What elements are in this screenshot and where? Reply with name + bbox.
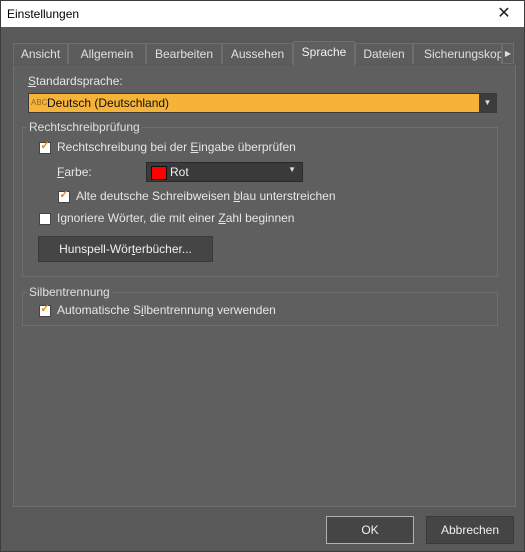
hyphenation-group-title: Silbentrennung <box>27 285 112 299</box>
tab-sicherungskopien[interactable]: Sicherungskop <box>413 43 502 64</box>
color-swatch <box>151 166 167 180</box>
tab-sprache[interactable]: Sprache <box>293 41 355 66</box>
hunspell-dictionaries-button[interactable]: Hunspell-Wörterbücher... <box>38 236 213 262</box>
tab-allgemein[interactable]: Allgemein <box>68 43 146 64</box>
chevron-down-icon[interactable]: ▼ <box>479 94 496 112</box>
chevron-down-icon[interactable]: ▼ <box>288 165 296 174</box>
spellcheck-checkbox-label[interactable]: Rechtschreibung bei der Eingabe überprüf… <box>57 140 296 154</box>
close-icon[interactable]: ✕ <box>484 1 524 27</box>
default-language-select[interactable]: ABC Deutsch (Deutschland) ▼ <box>28 93 497 113</box>
checkmark-icon: ✓ <box>40 140 50 152</box>
color-label: Farbe: <box>57 165 92 179</box>
tab-aussehen[interactable]: Aussehen <box>222 43 293 64</box>
spellcheck-group-title: Rechtschreibprüfung <box>27 120 142 134</box>
spellcheck-checkbox[interactable]: ✓ <box>39 140 51 154</box>
checkmark-icon: ✓ <box>59 189 69 201</box>
ok-button[interactable]: OK <box>326 516 414 544</box>
default-language-value: Deutsch (Deutschland) <box>47 96 170 110</box>
default-language-label: Standardsprache: <box>28 74 123 88</box>
chevron-right-icon[interactable]: ▶ <box>502 43 514 64</box>
tab-ansicht[interactable]: Ansicht <box>13 43 68 64</box>
settings-dialog: Einstellungen ✕ Ansicht Allgemein Bearbe… <box>0 0 525 552</box>
spellcheck-flag-icon: ABC <box>31 98 48 107</box>
ignore-numbers-checkbox-label[interactable]: Ignoriere Wörter, die mit einer Zahl beg… <box>57 211 294 225</box>
auto-hyphenation-checkbox-label[interactable]: Automatische Silbentrennung verwenden <box>57 303 276 317</box>
tab-dateien[interactable]: Dateien <box>355 43 413 64</box>
old-spelling-checkbox-label[interactable]: Alte deutsche Schreibweisen blau unterst… <box>76 189 336 203</box>
checkmark-icon: ✓ <box>40 303 50 315</box>
title-bar: Einstellungen ✕ <box>1 1 524 27</box>
underline-color-select[interactable]: Rot ▼ <box>146 162 303 182</box>
window-title: Einstellungen <box>7 7 80 21</box>
tab-bar: Ansicht Allgemein Bearbeiten Aussehen Sp… <box>13 41 514 66</box>
tab-panel-sprache: Standardsprache: ABC Deutsch (Deutschlan… <box>13 65 516 507</box>
tab-bearbeiten[interactable]: Bearbeiten <box>146 43 222 64</box>
underline-color-value: Rot <box>170 165 189 179</box>
cancel-button[interactable]: Abbrechen <box>426 516 514 544</box>
old-spelling-checkbox[interactable]: ✓ <box>58 189 70 203</box>
ignore-numbers-checkbox[interactable] <box>39 213 51 225</box>
auto-hyphenation-checkbox[interactable]: ✓ <box>39 303 51 317</box>
